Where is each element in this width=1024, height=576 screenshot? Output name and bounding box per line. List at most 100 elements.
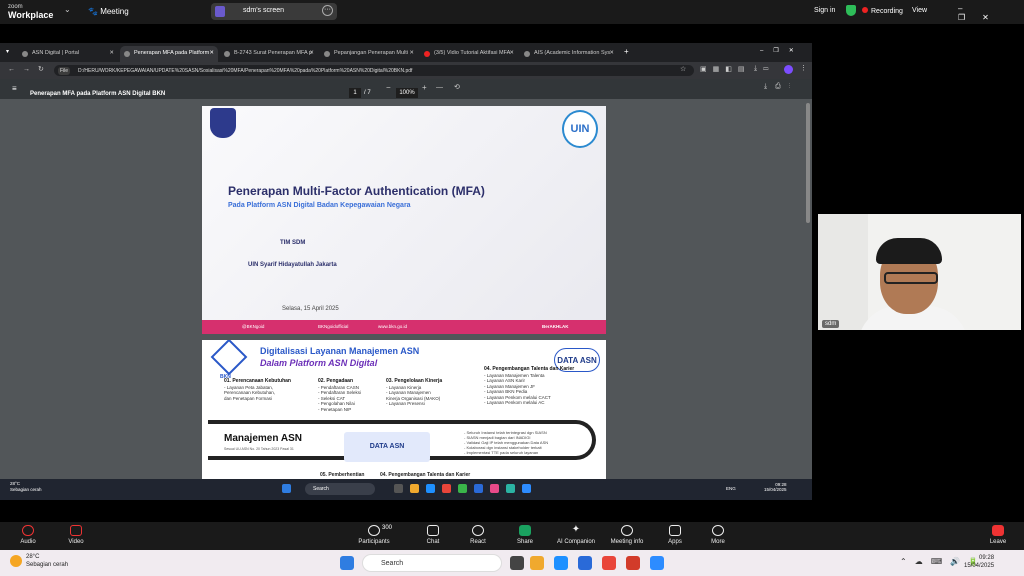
task-view-icon[interactable] [510, 556, 524, 570]
app-icon[interactable] [626, 556, 640, 570]
close-icon[interactable]: ✕ [409, 50, 414, 56]
windows-start-icon[interactable] [340, 556, 354, 570]
shared-clock[interactable]: 09:28 15/04/2025 [764, 482, 787, 492]
apps-button[interactable]: Apps [662, 522, 688, 545]
video-button[interactable]: Video [62, 522, 90, 545]
browser-menu-icon[interactable]: ⋮ [800, 64, 807, 72]
chrome-icon[interactable] [442, 484, 451, 493]
app-icon[interactable] [458, 484, 467, 493]
hamburger-menu-icon[interactable]: ≡ [12, 84, 17, 93]
close-icon[interactable]: ✕ [509, 50, 514, 56]
shared-search-box[interactable]: Search [305, 483, 375, 495]
download-icon[interactable]: ⤓▭ [754, 65, 774, 73]
url-text: D:/HERU/WORK/KEPEGAWAIAN/UPDATE%20SASN/S… [78, 68, 413, 74]
scrollbar-thumb[interactable] [806, 103, 810, 223]
weather-widget[interactable]: 28°C Sebagian cerah [10, 553, 68, 569]
tab-label: Penerapan MFA pada Platform [134, 50, 210, 56]
footer-website: www.bkn.go.id [378, 324, 408, 329]
meeting-info-button[interactable]: Meeting info [606, 522, 648, 545]
dropbox-icon[interactable] [578, 556, 592, 570]
nav-buttons[interactable]: ←→↻ [8, 65, 52, 73]
browser-tab[interactable]: AIS (Academic Information Sys ✕ [520, 46, 618, 62]
maximize-icon[interactable]: ❐ [958, 13, 982, 22]
browser-window-controls[interactable]: –❐✕ [760, 47, 804, 54]
share-button[interactable]: Share [512, 522, 538, 545]
zoom-in-icon[interactable]: + [422, 83, 427, 92]
view-menu[interactable]: View [912, 7, 927, 14]
shared-language[interactable]: ENG [726, 486, 736, 491]
microphone-muted-icon [22, 525, 34, 536]
star-icon[interactable]: ☆ [680, 65, 686, 73]
audio-button[interactable]: Audio [14, 522, 42, 545]
ai-companion-button[interactable]: ✦ AI Companion [552, 522, 600, 546]
tab-label: Pepanjangan Penerapan Multi [334, 50, 409, 56]
extension-icons[interactable]: ▣▦◧▤ [700, 65, 750, 73]
column-pengembangan: 04. Pengembangan Talenta dan Karier - La… [484, 366, 594, 406]
new-tab-icon[interactable]: + [624, 47, 629, 56]
address-bar[interactable]: File D:/HERU/WORK/KEPEGAWAIAN/UPDATE%20S… [54, 65, 694, 76]
close-icon[interactable]: ✕ [982, 13, 1006, 22]
tab-favicon-icon [22, 51, 28, 57]
chevron-down-icon[interactable]: ⌄ [64, 5, 71, 14]
recording-indicator[interactable]: Recording [862, 7, 903, 15]
tab-label: ASN Digital | Portal [32, 50, 79, 56]
browser-tab[interactable]: ASN Digital | Portal ✕ [18, 46, 118, 62]
apps-icon [669, 525, 681, 536]
app-icon[interactable] [506, 484, 515, 493]
pdf-title: Penerapan MFA pada Platform ASN Digital … [30, 91, 166, 97]
edge-icon[interactable] [426, 484, 435, 493]
shared-weather[interactable]: 28°C Sebagian cerah [10, 481, 42, 493]
col-item: Perencanaan Kebutuhan, [224, 390, 276, 395]
window-controls[interactable]: –❐✕ [958, 4, 1024, 22]
zoom-out-icon[interactable]: — [436, 84, 443, 91]
zoom-app-icon[interactable] [650, 556, 664, 570]
participants-count: 300 [382, 525, 393, 531]
zoom-app-icon[interactable] [522, 484, 531, 493]
clock-date: 15/04/2025 [964, 563, 995, 569]
browser-tab[interactable]: (3/5) Vidio Tutorial Aktifasi MFA ✕ [420, 46, 518, 62]
app-icon[interactable] [490, 484, 499, 493]
windows-start-icon[interactable] [282, 484, 291, 493]
more-button[interactable]: More [704, 522, 732, 545]
edge-icon[interactable] [554, 556, 568, 570]
tab-favicon-icon [524, 51, 530, 57]
more-options-icon[interactable]: ··· [322, 5, 333, 16]
sign-in-link[interactable]: Sign in [814, 7, 835, 14]
taskbar-clock[interactable]: 09:28 15/04/2025 [964, 554, 994, 570]
chrome-icon[interactable] [602, 556, 616, 570]
col-item: - Pendaftaran CASN [318, 384, 360, 390]
share-title: sdm's screen [243, 7, 285, 14]
participant-video[interactable] [818, 214, 1021, 330]
close-icon[interactable]: ✕ [609, 50, 614, 56]
close-icon[interactable]: ✕ [309, 50, 314, 56]
minimize-icon[interactable]: – [958, 4, 979, 13]
share-indicator[interactable]: sdm's screen ··· [211, 3, 337, 20]
close-icon[interactable]: ✕ [109, 50, 114, 56]
browser-tab-bar: ▾ ASN Digital | Portal ✕ Penerapan MFA pa… [0, 43, 812, 62]
browser-tab[interactable]: Pepanjangan Penerapan Multi ✕ [320, 46, 418, 62]
clock-time: 09:28 [979, 555, 995, 561]
meeting-menu[interactable]: 🐾 Meeting [88, 7, 129, 16]
browser-tab[interactable]: B-2743 Surat Penerapan MFA p ✕ [220, 46, 318, 62]
rotate-icon[interactable]: ⟲ [454, 83, 460, 91]
page-number-input[interactable]: 1 [349, 88, 361, 98]
close-icon[interactable]: ✕ [209, 50, 214, 56]
react-button[interactable]: React [464, 522, 492, 545]
browser-tab-active[interactable]: Penerapan MFA pada Platform ✕ [120, 46, 218, 62]
zoom-level-input[interactable]: 100% [396, 88, 418, 98]
chat-button[interactable]: Chat [420, 522, 446, 545]
weather-temp: 28°C [10, 481, 21, 486]
slide-subtitle: Pada Platform ASN Digital Badan Kepegawa… [228, 202, 411, 209]
profile-avatar[interactable] [784, 65, 793, 74]
col-item: - Layanan Kinerja [386, 384, 422, 390]
taskbar-search[interactable]: Search [362, 554, 502, 572]
zoom-minus-icon[interactable]: − [386, 83, 391, 92]
pdf-actions[interactable]: ⤓⎙⋮ [764, 83, 798, 91]
leave-button[interactable]: Leave [984, 522, 1012, 545]
file-explorer-icon[interactable] [530, 556, 544, 570]
shield-icon[interactable] [846, 5, 856, 16]
task-view-icon[interactable] [394, 484, 403, 493]
app-icon[interactable] [474, 484, 483, 493]
file-explorer-icon[interactable] [410, 484, 419, 493]
tab-list-icon[interactable]: ▾ [6, 48, 9, 55]
